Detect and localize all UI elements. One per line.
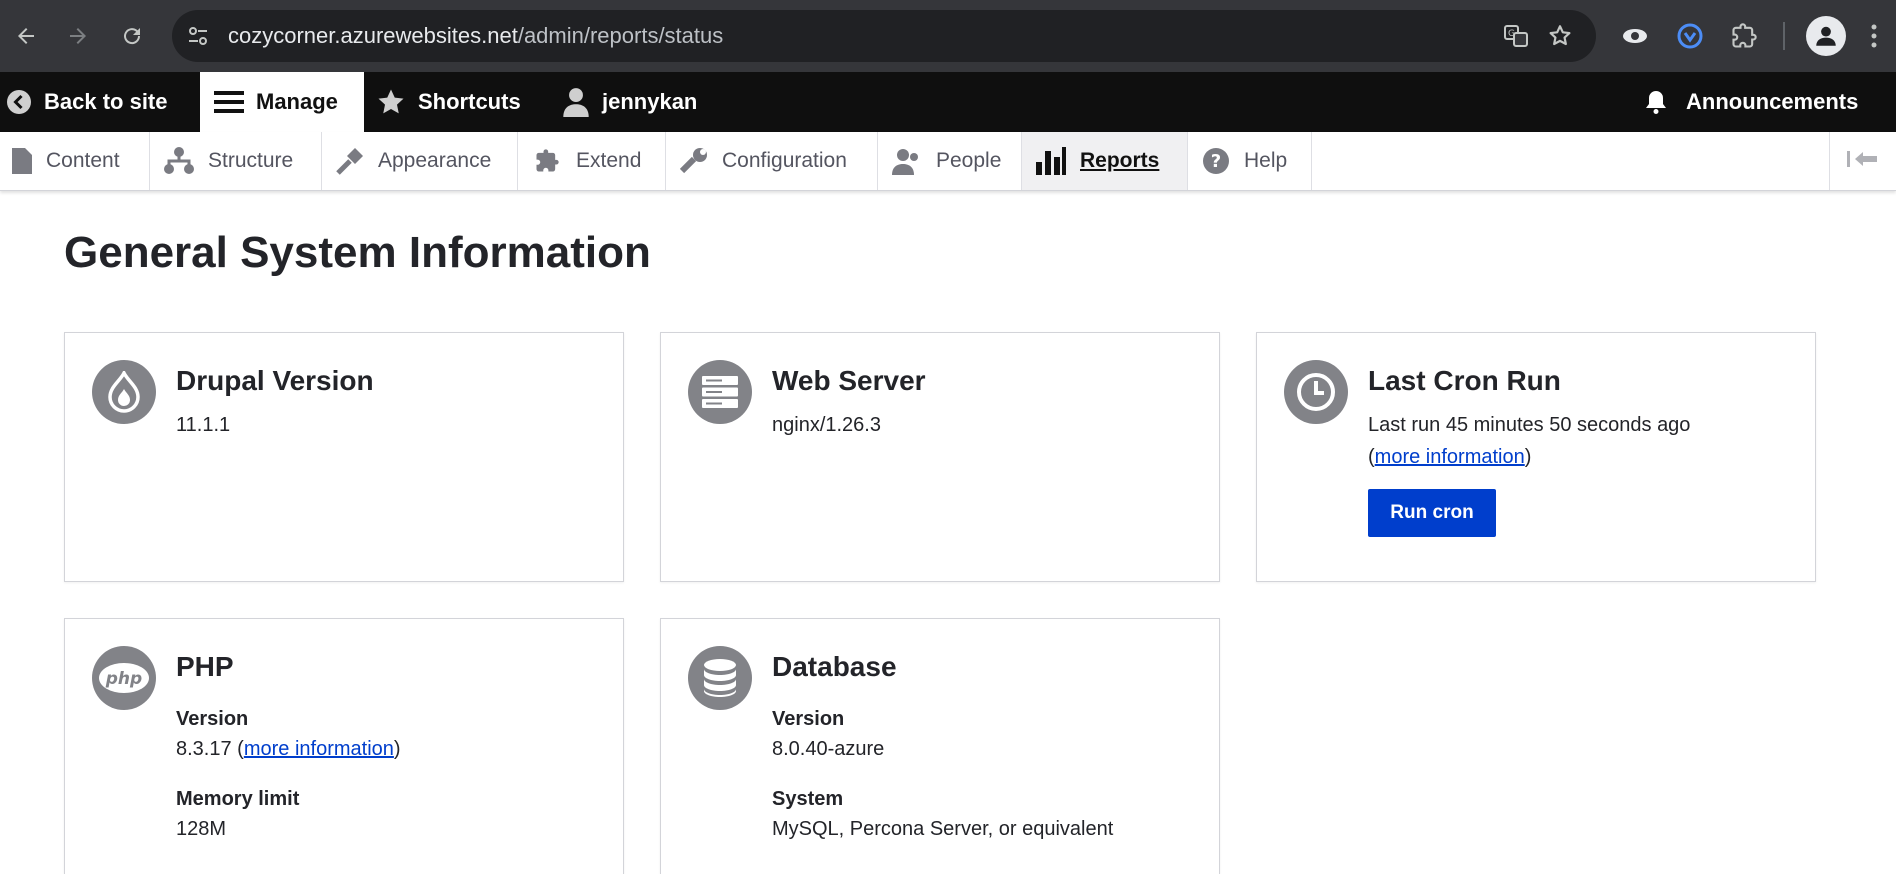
- url-text[interactable]: cozycorner.azurewebsites.net/admin/repor…: [228, 22, 723, 50]
- db-system-value: MySQL, Percona Server, or equivalent: [772, 818, 1114, 840]
- bell-icon: [1644, 89, 1668, 115]
- web-server-value: nginx/1.26.3: [772, 414, 881, 436]
- card-title: Last Cron Run: [1368, 365, 1561, 396]
- bookmark-star-icon[interactable]: [1546, 22, 1574, 50]
- php-version-line: 8.3.17 (more information): [176, 733, 401, 765]
- profile-avatar-icon[interactable]: [1806, 16, 1846, 56]
- web-server-card: Web Server nginx/1.26.3: [660, 332, 1220, 582]
- tray-item-label: Content: [46, 149, 120, 172]
- puzzle-icon: [532, 147, 562, 175]
- php-card: php PHP Version 8.3.17 (more information…: [64, 618, 624, 874]
- shortcuts-label: Shortcuts: [418, 89, 521, 114]
- card-title: Database: [772, 651, 897, 682]
- admin-tray: Content Structure Appearance Extend Conf…: [0, 132, 1896, 191]
- tray-item-extend[interactable]: Extend: [518, 132, 666, 190]
- cron-more-information-link[interactable]: more information: [1375, 446, 1525, 468]
- eye-extension-icon[interactable]: [1617, 18, 1653, 54]
- php-icon: php: [92, 646, 156, 710]
- back-to-site-link[interactable]: Back to site: [6, 72, 168, 132]
- memory-limit-label: Memory limit: [176, 788, 300, 810]
- drupal-version-card: Drupal Version 11.1.1: [64, 332, 624, 582]
- back-circle-icon: [6, 89, 32, 115]
- page-title: General System Information: [64, 228, 651, 277]
- database-card: Database Version 8.0.40-azure System MyS…: [660, 618, 1220, 874]
- close-paren: ): [393, 738, 401, 760]
- drupal-version-value: 11.1.1: [176, 414, 231, 436]
- card-title: Drupal Version: [176, 365, 374, 396]
- memory-limit-value: 128M: [176, 818, 227, 840]
- address-bar[interactable]: cozycorner.azurewebsites.net/admin/repor…: [172, 10, 1596, 62]
- admin-toolbar: Back to site Manage Shortcuts jennykan A…: [0, 72, 1896, 132]
- shortcuts-tab[interactable]: Shortcuts: [376, 72, 521, 132]
- tray-item-label: Help: [1244, 149, 1288, 172]
- browser-menu-icon[interactable]: [1856, 18, 1892, 54]
- tray-item-label: Appearance: [378, 149, 492, 172]
- user-tab[interactable]: jennykan: [562, 72, 697, 132]
- sitemap-icon: [164, 147, 194, 175]
- tray-item-help[interactable]: ? Help: [1188, 132, 1312, 190]
- php-version-label: Version: [176, 708, 249, 730]
- open-paren: (: [1368, 446, 1375, 468]
- collapse-arrow-icon: [1847, 149, 1879, 174]
- announcements-tab[interactable]: Announcements: [1644, 72, 1858, 132]
- people-icon: [892, 147, 922, 175]
- clock-icon: [1284, 360, 1348, 424]
- svg-text:?: ?: [1211, 151, 1221, 172]
- back-to-site-label: Back to site: [44, 89, 168, 114]
- card-title: PHP: [176, 651, 234, 682]
- last-run-text: Last run 45 minutes 50 seconds ago: [1368, 414, 1691, 436]
- tray-item-reports[interactable]: Reports: [1022, 132, 1188, 190]
- browser-toolbar: cozycorner.azurewebsites.net/admin/repor…: [0, 0, 1896, 72]
- manage-tab[interactable]: Manage: [200, 72, 364, 132]
- collapse-tray-button[interactable]: [1829, 132, 1896, 190]
- close-paren: ): [1524, 446, 1532, 468]
- document-icon: [12, 148, 32, 174]
- tray-item-structure[interactable]: Structure: [150, 132, 322, 190]
- shield-extension-icon[interactable]: [1672, 18, 1708, 54]
- tray-item-content[interactable]: Content: [0, 132, 150, 190]
- tray-item-label: Configuration: [722, 149, 847, 172]
- announcements-label: Announcements: [1686, 89, 1859, 114]
- php-version-value: 8.3.17 (: [176, 738, 244, 760]
- hamburger-icon: [214, 89, 244, 115]
- drupal-drop-icon: [92, 360, 156, 424]
- user-icon: [562, 87, 590, 117]
- db-system-label: System: [772, 788, 844, 810]
- translate-icon[interactable]: G: [1502, 22, 1530, 50]
- tray-item-label: Structure: [208, 149, 294, 172]
- user-label: jennykan: [602, 89, 698, 114]
- help-icon: ?: [1202, 147, 1230, 175]
- manage-label: Manage: [256, 89, 338, 114]
- php-more-information-link[interactable]: more information: [244, 738, 394, 760]
- svg-text:G: G: [1508, 29, 1515, 39]
- tray-item-appearance[interactable]: Appearance: [322, 132, 518, 190]
- site-settings-icon[interactable]: [186, 24, 210, 48]
- tray-item-label: People: [936, 149, 1002, 172]
- extensions-puzzle-icon[interactable]: [1726, 18, 1762, 54]
- star-icon: [376, 87, 406, 117]
- bar-chart-icon: [1036, 147, 1066, 175]
- last-cron-run-card: Last Cron Run Last run 45 minutes 50 sec…: [1256, 332, 1816, 582]
- svg-text:php: php: [105, 669, 142, 689]
- forward-arrow-icon[interactable]: [58, 16, 98, 56]
- reload-icon[interactable]: [112, 16, 152, 56]
- tray-item-people[interactable]: People: [878, 132, 1022, 190]
- paint-roller-icon: [336, 147, 364, 175]
- wrench-icon: [680, 147, 708, 175]
- toolbar-divider: [1783, 22, 1785, 50]
- db-version-value: 8.0.40-azure: [772, 738, 885, 760]
- run-cron-button[interactable]: Run cron: [1368, 489, 1496, 537]
- tray-item-configuration[interactable]: Configuration: [666, 132, 878, 190]
- url-path: /admin/reports/status: [517, 23, 724, 48]
- more-info-line: (more information): [1368, 441, 1531, 473]
- tray-item-label: Reports: [1080, 149, 1160, 172]
- db-version-label: Version: [772, 708, 845, 730]
- database-icon: [688, 646, 752, 710]
- server-icon: [688, 360, 752, 424]
- back-arrow-icon[interactable]: [6, 16, 46, 56]
- url-host: cozycorner.azurewebsites.net: [228, 23, 518, 48]
- card-title: Web Server: [772, 365, 926, 396]
- tray-item-label: Extend: [576, 149, 642, 172]
